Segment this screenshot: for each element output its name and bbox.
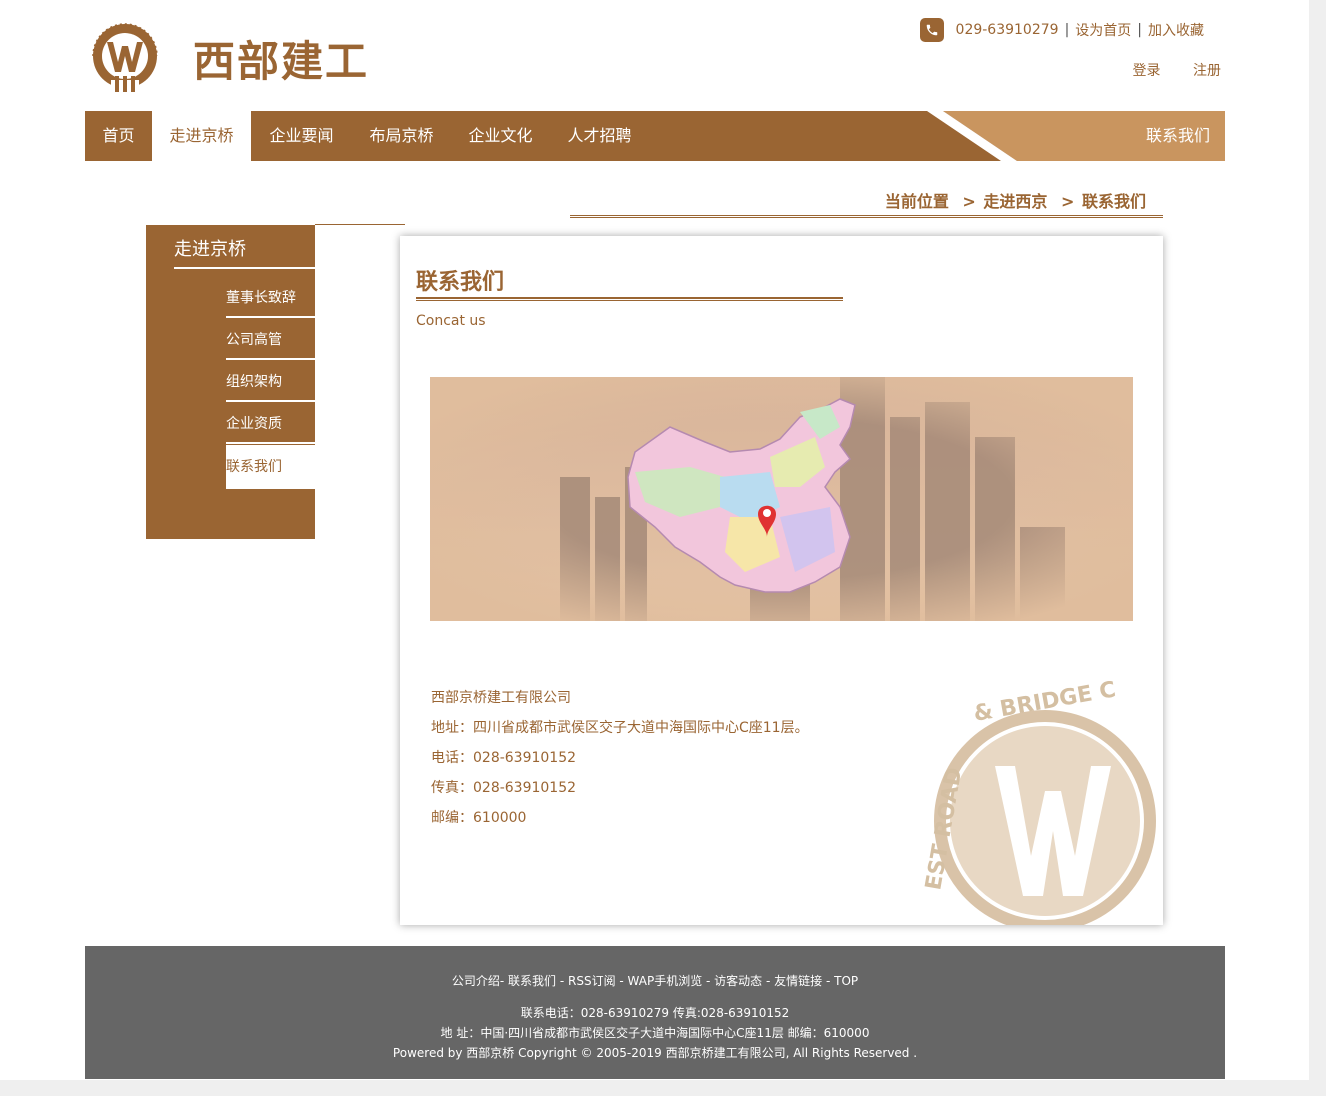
nav-item-contact[interactable]: 联系我们	[1146, 111, 1210, 161]
breadcrumb-level1[interactable]: 走进西京	[983, 192, 1047, 211]
footer-address: 地 址：中国·四川省成都市武侯区交子大道中海国际中心C座11层 邮编：61000…	[440, 1026, 870, 1040]
top-links: 029-63910279 | 设为首页 | 加入收藏	[919, 18, 1204, 42]
separator: |	[1064, 22, 1070, 38]
company-phone: 电话：028-63910152	[431, 750, 577, 766]
nav-item-culture[interactable]: 企业文化	[451, 111, 550, 161]
logo-text: 西部建工	[193, 37, 370, 86]
page-subtitle: Concat us	[416, 313, 486, 329]
phone-number: 029-63910279	[955, 22, 1059, 38]
nav-item-about[interactable]: 走进京桥	[152, 111, 251, 161]
footer-links: 公司介绍- 联系我们 - RSS订阅 - WAP手机浏览 - 访客动态 - 友情…	[451, 974, 859, 988]
auth-links: 登录 注册	[1105, 60, 1221, 80]
breadcrumb-label: 当前位置	[884, 192, 949, 211]
nav-item-layout[interactable]: 布局京桥	[352, 111, 451, 161]
footer-contact: 联系电话：028-63910279 传真:028-63910152	[520, 1006, 790, 1020]
footer-copyright: Powered by 西部京桥 Copyright © 2005-2019 西部…	[392, 1046, 918, 1060]
nav-item-news[interactable]: 企业要闻	[251, 111, 352, 161]
content-card: 联系我们 Concat us & BRIDGE C EST ROAD 西部京桥建…	[400, 236, 1163, 925]
login-link[interactable]: 登录	[1133, 63, 1161, 79]
separator: |	[1137, 22, 1142, 38]
page-title: 联系我们	[416, 270, 505, 295]
sidebar: 走进京桥 董事长致辞 公司高管 组织架构 企业资质 联系我们	[146, 225, 315, 539]
footer-link-contact[interactable]: 联系我们	[508, 974, 556, 988]
sidebar-title-divider	[174, 267, 315, 269]
map-banner-image	[430, 377, 1133, 621]
breadcrumb-divider	[570, 215, 1163, 218]
logo-emblem-icon	[92, 23, 158, 92]
company-address: 地址：四川省成都市武侯区交子大道中海国际中心C座11层。	[431, 720, 809, 736]
footer-link-visitors[interactable]: 访客动态	[714, 974, 762, 988]
register-link[interactable]: 注册	[1193, 63, 1221, 79]
company-fax: 传真：028-63910152	[431, 780, 577, 796]
site-logo[interactable]: 西部建工	[85, 14, 395, 98]
main-nav: 首页 走进京桥 企业要闻 布局京桥 企业文化 人才招聘 联系我们	[85, 111, 1225, 161]
add-favorite-link[interactable]: 加入收藏	[1148, 20, 1204, 40]
company-name: 西部京桥建工有限公司	[431, 690, 571, 706]
page: 西部建工 029-63910279 | 设为首页 | 加入收藏 登录 注册 首页…	[0, 0, 1309, 1080]
sidebar-title: 走进京桥	[174, 239, 246, 260]
footer-link-friends[interactable]: 友情链接	[774, 974, 822, 988]
breadcrumb: 当前位置 > 走进西京 > 联系我们	[885, 188, 1146, 212]
company-postcode: 邮编：610000	[431, 810, 527, 826]
logo-watermark-icon: & BRIDGE C EST ROAD	[921, 681, 1156, 925]
sidebar-item-executives[interactable]: 公司高管	[226, 320, 315, 360]
sidebar-item-qualification[interactable]: 企业资质	[226, 404, 315, 444]
footer-link-wap[interactable]: WAP手机浏览	[628, 974, 703, 988]
breadcrumb-level2[interactable]: 联系我们	[1082, 192, 1146, 211]
phone-icon	[919, 18, 944, 42]
footer-link-top[interactable]: TOP	[834, 974, 858, 988]
nav-item-home[interactable]: 首页	[85, 111, 152, 161]
sidebar-item-structure[interactable]: 组织架构	[226, 362, 315, 402]
sidebar-item-contact[interactable]: 联系我们	[226, 445, 315, 489]
breadcrumb-sep: >	[962, 192, 976, 211]
title-divider	[416, 297, 843, 301]
footer-link-rss[interactable]: RSS订阅	[568, 974, 616, 988]
nav-item-careers[interactable]: 人才招聘	[550, 111, 649, 161]
footer-link-about[interactable]: 公司介绍	[452, 974, 500, 988]
set-home-link[interactable]: 设为首页	[1075, 20, 1131, 40]
breadcrumb-sep: >	[1061, 192, 1075, 211]
site-footer: 公司介绍- 联系我们 - RSS订阅 - WAP手机浏览 - 访客动态 - 友情…	[85, 946, 1225, 1079]
sidebar-divider	[315, 224, 405, 225]
sidebar-item-chairman[interactable]: 董事长致辞	[226, 278, 315, 318]
